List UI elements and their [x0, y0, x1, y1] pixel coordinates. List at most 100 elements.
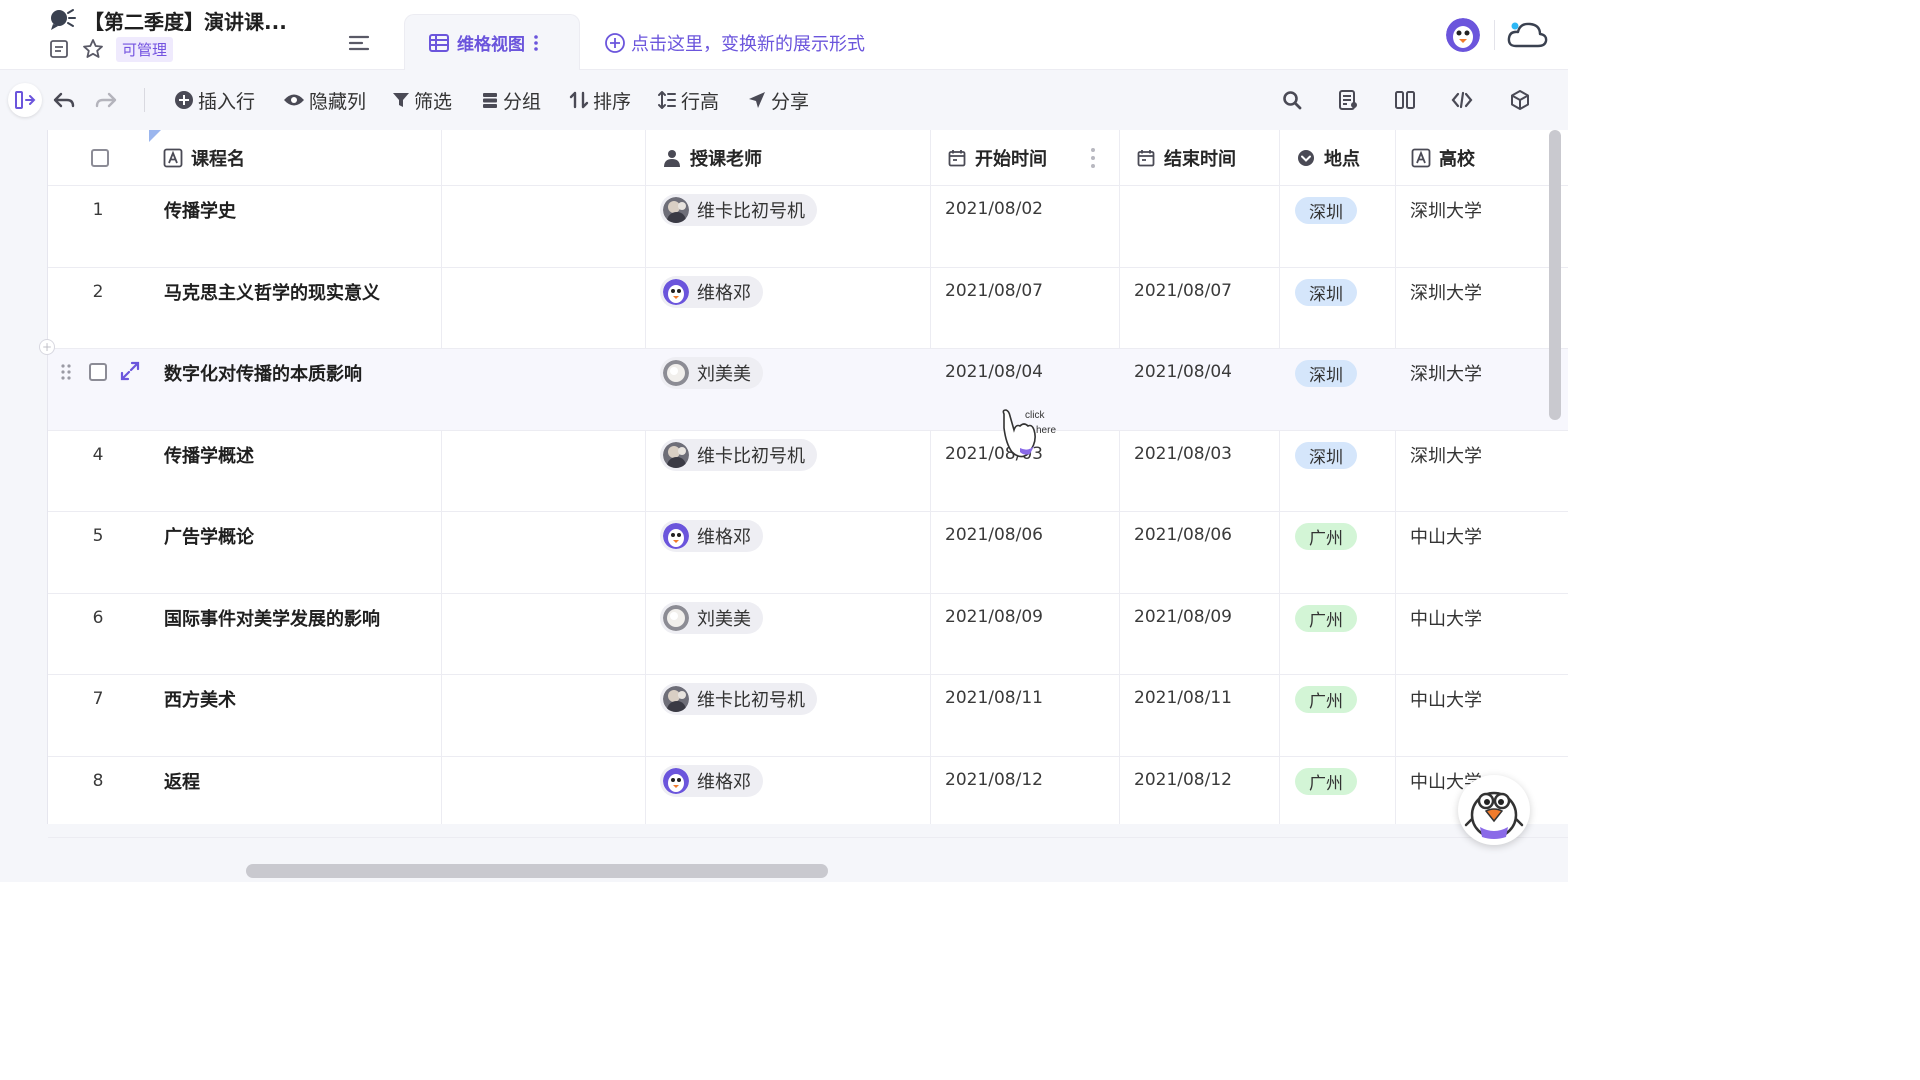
tab-grid-view[interactable]: 维格视图	[404, 14, 580, 70]
row-number: 2	[92, 281, 104, 302]
university-cell[interactable]: 中山大学	[1410, 605, 1482, 631]
cube-icon[interactable]	[1508, 88, 1532, 112]
university-cell[interactable]: 中山大学	[1410, 523, 1482, 549]
start-date-cell[interactable]: 2021/08/06	[945, 525, 1043, 545]
add-view-button[interactable]: 点击这里，变换新的展示形式	[604, 30, 865, 56]
start-date-cell[interactable]: 2021/08/07	[945, 281, 1043, 301]
university-cell[interactable]: 深圳大学	[1410, 360, 1482, 386]
column-header-teacher-label: 授课老师	[690, 149, 762, 170]
table-row[interactable]: 4 传播学概述 维卡比初号机 2021/08/03 2021/08/03 深圳 深圳大学	[48, 431, 1568, 512]
end-date-cell[interactable]: 2021/08/11	[1134, 688, 1232, 708]
doc-title[interactable]: 【第二季度】演讲课...	[84, 6, 287, 35]
share-button[interactable]: 分享	[747, 86, 809, 114]
columns-icon[interactable]	[1393, 88, 1417, 112]
location-tag[interactable]: 深圳	[1295, 441, 1357, 469]
course-name-cell[interactable]: 广告学概论	[164, 523, 254, 549]
start-date-cell[interactable]: 2021/08/11	[945, 688, 1043, 708]
table-row[interactable]: 1 传播学史 维卡比初号机 2021/08/02 深圳 深圳大学	[48, 186, 1568, 267]
start-date-cell[interactable]: 2021/08/09	[945, 607, 1043, 627]
university-cell[interactable]: 中山大学	[1410, 686, 1482, 712]
course-name-cell[interactable]: 返程	[164, 768, 200, 794]
table-row[interactable]: 2 马克思主义哲学的现实意义 维格邓 2021/08/07 2021/08/07 深圳 深圳…	[48, 268, 1568, 349]
column-menu-icon[interactable]	[1090, 146, 1096, 170]
teacher-name: 维卡比初号机	[697, 201, 805, 222]
table-row[interactable]: 7 西方美术 维卡比初号机 2021/08/11 2021/08/11 广州 中山大学	[48, 675, 1568, 756]
course-name-cell[interactable]: 国际事件对美学发展的影响	[164, 605, 380, 631]
end-date-cell[interactable]: 2021/08/03	[1134, 444, 1232, 464]
sort-button[interactable]: 排序	[569, 86, 631, 114]
location-tag[interactable]: 深圳	[1295, 278, 1357, 306]
select-all-checkbox[interactable]	[91, 149, 109, 167]
grid-view-icon	[429, 33, 449, 52]
course-name-cell[interactable]: 西方美术	[164, 686, 236, 712]
insert-row-button[interactable]: 插入行	[174, 86, 255, 114]
drag-handle-icon[interactable]	[60, 363, 72, 381]
end-date-cell[interactable]: 2021/08/09	[1134, 607, 1232, 627]
start-date-cell[interactable]: 2021/08/04	[945, 362, 1043, 382]
end-date-cell[interactable]: 2021/08/07	[1134, 281, 1232, 301]
column-header-teacher[interactable]: 授课老师	[662, 130, 762, 186]
end-date-cell[interactable]: 2021/08/06	[1134, 525, 1232, 545]
hand-cursor-icon: click here	[1002, 409, 1056, 458]
star-icon[interactable]	[82, 38, 104, 60]
teacher-chip[interactable]: 维格邓	[660, 520, 763, 552]
location-tag[interactable]: 深圳	[1295, 197, 1357, 224]
location-tag[interactable]: 广州	[1295, 686, 1357, 713]
column-header-course[interactable]: 课程名	[163, 130, 245, 186]
teacher-chip[interactable]: 维卡比初号机	[660, 683, 817, 715]
code-icon[interactable]	[1450, 88, 1474, 112]
teacher-name: 刘美美	[697, 608, 751, 630]
teacher-chip[interactable]: 维格邓	[660, 764, 763, 797]
panel-expand-button[interactable]	[8, 83, 42, 117]
redo-icon[interactable]	[94, 88, 118, 112]
user-avatar[interactable]	[1446, 18, 1480, 52]
teacher-chip[interactable]: 刘美美	[660, 601, 763, 634]
location-tag[interactable]: 深圳	[1295, 360, 1357, 387]
undo-icon[interactable]	[52, 88, 76, 112]
university-cell[interactable]: 深圳大学	[1410, 442, 1482, 468]
course-name-cell[interactable]: 数字化对传播的本质影响	[164, 360, 362, 386]
row-divider	[48, 837, 1568, 838]
university-cell[interactable]: 深圳大学	[1410, 279, 1482, 305]
insert-row-dot[interactable]: +	[39, 339, 55, 355]
catalog-toggle-icon[interactable]	[346, 30, 372, 56]
column-header-location[interactable]: 地点	[1296, 130, 1360, 186]
column-header-end[interactable]: 结束时间	[1136, 130, 1236, 186]
filter-button[interactable]: 筛选	[392, 86, 452, 114]
table-row[interactable]: 6 国际事件对美学发展的影响 刘美美 2021/08/09 2021/08/09 广州 中山…	[48, 594, 1568, 675]
column-header-start[interactable]: 开始时间	[947, 130, 1047, 186]
course-name-cell[interactable]: 传播学概述	[164, 442, 254, 468]
start-date-cell[interactable]: 2021/08/12	[945, 770, 1043, 790]
teacher-chip[interactable]: 维卡比初号机	[660, 194, 817, 226]
expand-record-icon[interactable]	[120, 361, 140, 381]
course-name-cell[interactable]: 传播学史	[164, 197, 236, 223]
teacher-chip[interactable]: 维格邓	[660, 275, 763, 308]
university-cell[interactable]: 深圳大学	[1410, 197, 1482, 223]
more-vertical-icon[interactable]	[533, 34, 539, 52]
description-icon[interactable]	[48, 38, 70, 60]
table-row[interactable]: 5 广告学概论 维格邓 2021/08/06 2021/08/06 广州 中山大学	[48, 512, 1568, 593]
end-date-cell[interactable]: 2021/08/12	[1134, 770, 1232, 790]
group-button[interactable]: 分组	[481, 86, 541, 114]
location-tag[interactable]: 广州	[1295, 767, 1357, 795]
vertical-scrollbar[interactable]	[1549, 130, 1561, 420]
course-name-cell[interactable]: 马克思主义哲学的现实意义	[164, 279, 380, 305]
hide-columns-label: 隐藏列	[309, 90, 367, 113]
horizontal-scrollbar[interactable]	[246, 864, 828, 878]
form-icon[interactable]	[1336, 88, 1360, 112]
help-assistant-button[interactable]	[1458, 775, 1530, 845]
location-tag[interactable]: 广州	[1295, 523, 1357, 550]
search-icon[interactable]	[1280, 88, 1304, 112]
hide-columns-button[interactable]: 隐藏列	[283, 86, 366, 114]
row-checkbox[interactable]	[89, 363, 107, 381]
column-header-university[interactable]: 高校	[1411, 130, 1475, 186]
location-tag[interactable]: 广州	[1295, 604, 1357, 632]
start-date-cell[interactable]: 2021/08/02	[945, 199, 1043, 219]
teacher-chip[interactable]: 维卡比初号机	[660, 438, 817, 471]
table-row[interactable]: 8 返程 维格邓 2021/08/12 2021/08/12 广州 中山大学	[48, 757, 1568, 838]
row-height-button[interactable]: 行高	[657, 86, 719, 114]
cloud-icon[interactable]	[1506, 18, 1548, 52]
table-row[interactable]: 数字化对传播的本质影响 刘美美 2021/08/04 2021/08/04 深圳 深圳大学	[48, 349, 1568, 430]
end-date-cell[interactable]: 2021/08/04	[1134, 362, 1232, 382]
teacher-chip[interactable]: 刘美美	[660, 357, 763, 389]
